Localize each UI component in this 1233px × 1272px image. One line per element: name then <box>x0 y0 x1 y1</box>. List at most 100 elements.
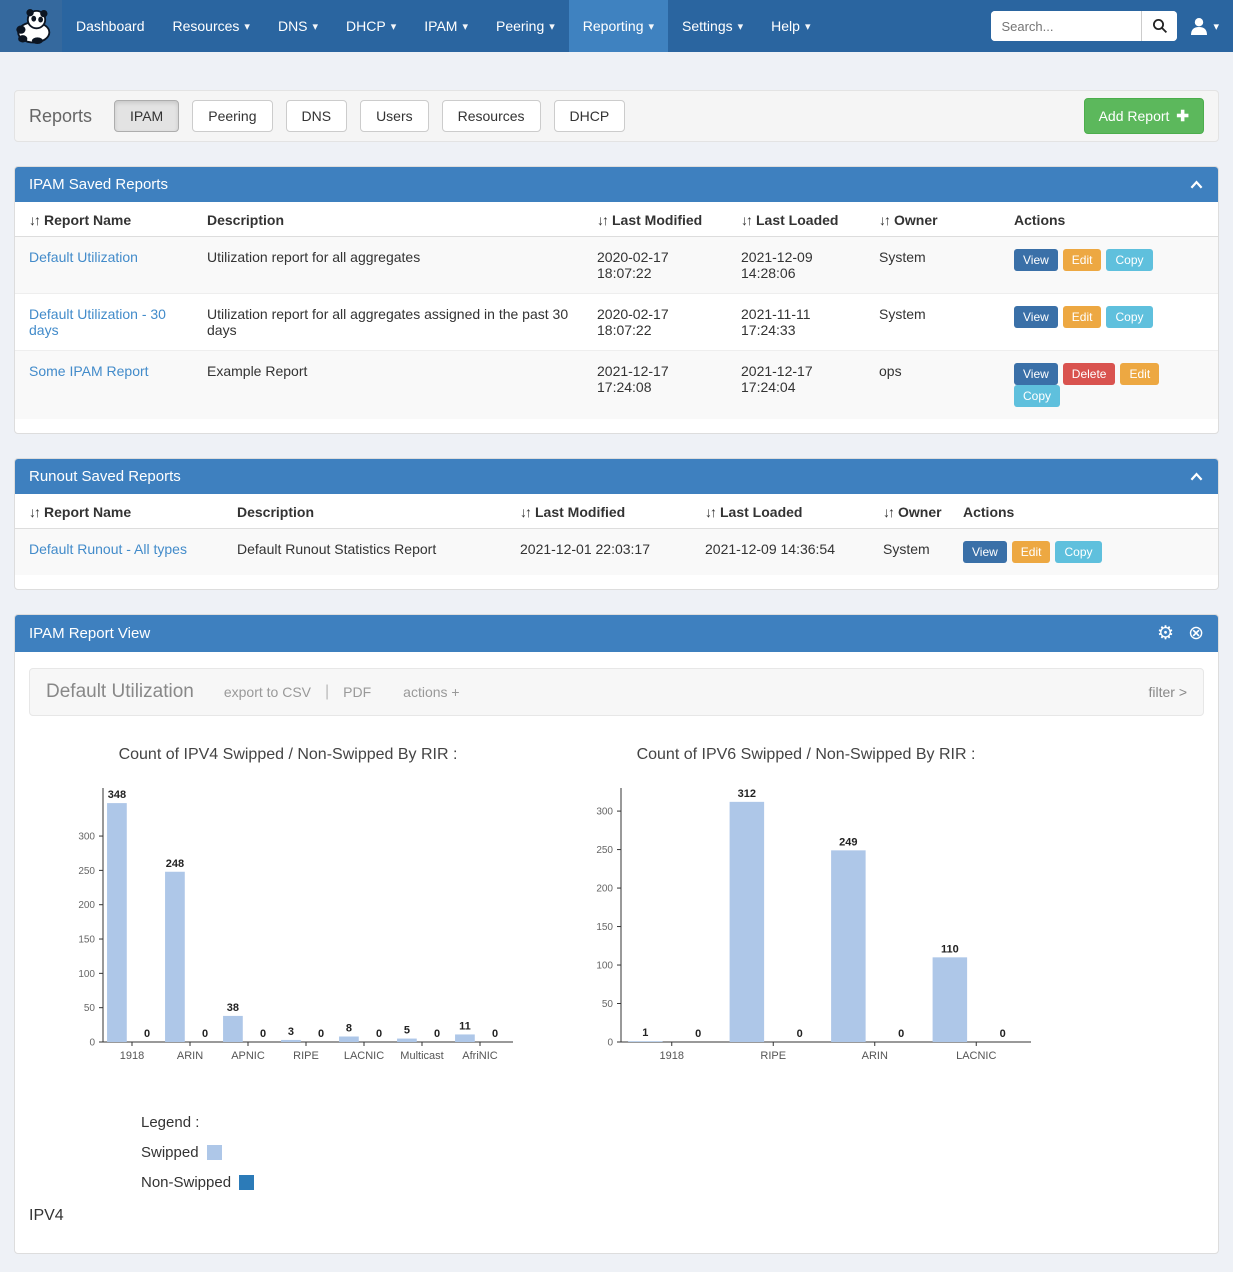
chevron-down-icon: ▾ <box>738 20 744 33</box>
nav-item-help[interactable]: Help▾ <box>757 0 824 52</box>
nav-item-dns[interactable]: DNS▾ <box>264 0 332 52</box>
filter-toggle[interactable]: filter > <box>1148 684 1187 700</box>
sort-icon[interactable]: ↓↑ <box>883 504 893 520</box>
report-tab-users[interactable]: Users <box>360 100 429 132</box>
collapse-chevron-up-icon[interactable] <box>1189 178 1204 191</box>
navbar-search <box>991 11 1177 41</box>
report-description: Utilization report for all aggregates <box>197 237 587 294</box>
nav-item-peering[interactable]: Peering▾ <box>482 0 569 52</box>
svg-text:0: 0 <box>260 1028 266 1040</box>
nav-item-label: Resources <box>173 18 240 34</box>
svg-text:300: 300 <box>78 832 95 843</box>
view-button[interactable]: View <box>963 541 1007 563</box>
sort-icon[interactable]: ↓↑ <box>705 504 715 520</box>
copy-button[interactable]: Copy <box>1055 541 1101 563</box>
sort-icon[interactable]: ↓↑ <box>520 504 530 520</box>
svg-text:150: 150 <box>78 935 95 946</box>
report-name-link[interactable]: Some IPAM Report <box>29 363 149 379</box>
column-header: ↓↑Last Modified <box>510 494 695 529</box>
column-header: ↓↑Report Name <box>15 494 227 529</box>
user-menu[interactable]: ▾ <box>1189 16 1219 36</box>
owner: ops <box>869 351 1004 420</box>
svg-text:38: 38 <box>227 1002 239 1014</box>
nav-item-resources[interactable]: Resources▾ <box>159 0 264 52</box>
svg-text:0: 0 <box>1000 1028 1006 1040</box>
report-tab-dhcp[interactable]: DHCP <box>554 100 626 132</box>
edit-button[interactable]: Edit <box>1063 306 1102 328</box>
nav-item-ipam[interactable]: IPAM▾ <box>410 0 482 52</box>
actions-menu[interactable]: actions + <box>403 684 459 700</box>
last-modified: 2021-12-01 22:03:17 <box>510 529 695 576</box>
delete-button[interactable]: Delete <box>1063 363 1116 385</box>
table-row: Default Utilization Utilization report fo… <box>15 237 1218 294</box>
copy-button[interactable]: Copy <box>1014 385 1060 407</box>
copy-button[interactable]: Copy <box>1106 306 1152 328</box>
sort-icon[interactable]: ↓↑ <box>597 212 607 228</box>
nav-item-reporting[interactable]: Reporting▾ <box>569 0 668 52</box>
export-csv-link[interactable]: export to CSV <box>224 684 311 700</box>
svg-text:250: 250 <box>78 866 95 877</box>
search-button[interactable] <box>1141 11 1177 41</box>
plus-icon: ✚ <box>1176 107 1189 125</box>
owner: System <box>869 237 1004 294</box>
chevron-down-icon: ▾ <box>313 20 319 33</box>
owner: System <box>873 529 953 576</box>
sort-icon[interactable]: ↓↑ <box>29 212 39 228</box>
table-row: Default Utilization - 30 days Utilization… <box>15 294 1218 351</box>
report-name-link[interactable]: Default Runout - All types <box>29 541 187 557</box>
owner: System <box>869 294 1004 351</box>
copy-button[interactable]: Copy <box>1106 249 1152 271</box>
svg-text:50: 50 <box>84 1003 96 1014</box>
svg-text:APNIC: APNIC <box>231 1050 265 1062</box>
view-button[interactable]: View <box>1014 249 1058 271</box>
nav-item-dhcp[interactable]: DHCP▾ <box>332 0 410 52</box>
app-logo[interactable] <box>0 0 62 52</box>
report-view-toolbar: Default Utilization export to CSV | PDF … <box>29 668 1204 716</box>
report-name-link[interactable]: Default Utilization <box>29 249 138 265</box>
column-header: Actions <box>1004 202 1218 237</box>
svg-text:3: 3 <box>288 1026 294 1038</box>
nav-item-settings[interactable]: Settings▾ <box>668 0 757 52</box>
view-button[interactable]: View <box>1014 306 1058 328</box>
report-tab-resources[interactable]: Resources <box>442 100 541 132</box>
nav-item-label: Peering <box>496 18 544 34</box>
svg-text:250: 250 <box>596 845 613 856</box>
sort-icon[interactable]: ↓↑ <box>741 212 751 228</box>
last-loaded: 2021-11-11 17:24:33 <box>731 294 869 351</box>
close-circle-icon[interactable]: ⊗ <box>1188 624 1204 643</box>
export-pdf-link[interactable]: PDF <box>343 684 371 700</box>
ipam-report-view-header: IPAM Report View ⚙ ⊗ <box>15 615 1218 652</box>
svg-text:0: 0 <box>318 1028 324 1040</box>
add-report-label: Add Report <box>1099 108 1170 124</box>
svg-text:110: 110 <box>941 943 959 955</box>
column-header: ↓↑Last Modified <box>587 202 731 237</box>
report-description: Utilization report for all aggregates as… <box>197 294 587 351</box>
view-button[interactable]: View <box>1014 363 1058 385</box>
svg-text:RIPE: RIPE <box>760 1050 786 1062</box>
divider: | <box>325 683 329 701</box>
column-header: ↓↑Owner <box>869 202 1004 237</box>
column-header: Actions <box>953 494 1218 529</box>
add-report-button[interactable]: Add Report ✚ <box>1084 98 1204 134</box>
sort-icon[interactable]: ↓↑ <box>879 212 889 228</box>
legend-item: Non-Swipped <box>141 1167 1218 1197</box>
collapse-chevron-up-icon[interactable] <box>1189 470 1204 483</box>
actions-cell: ViewEditCopy <box>1004 237 1218 294</box>
legend-heading: Legend : <box>141 1107 1218 1137</box>
report-name-link[interactable]: Default Utilization - 30 days <box>29 306 166 338</box>
search-input[interactable] <box>991 11 1141 41</box>
gear-icon[interactable]: ⚙ <box>1157 624 1174 643</box>
svg-text:LACNIC: LACNIC <box>344 1050 384 1062</box>
report-tab-ipam[interactable]: IPAM <box>114 100 179 132</box>
ipv4-chart-title: Count of IPV4 Swipped / Non-Swipped By R… <box>57 746 519 764</box>
svg-text:5: 5 <box>404 1025 410 1037</box>
edit-button[interactable]: Edit <box>1012 541 1051 563</box>
edit-button[interactable]: Edit <box>1063 249 1102 271</box>
report-tab-peering[interactable]: Peering <box>192 100 272 132</box>
svg-text:150: 150 <box>596 922 613 933</box>
nav-item-dashboard[interactable]: Dashboard <box>62 0 159 52</box>
chevron-down-icon: ▾ <box>391 20 397 33</box>
edit-button[interactable]: Edit <box>1120 363 1159 385</box>
report-tab-dns[interactable]: DNS <box>286 100 348 132</box>
sort-icon[interactable]: ↓↑ <box>29 504 39 520</box>
